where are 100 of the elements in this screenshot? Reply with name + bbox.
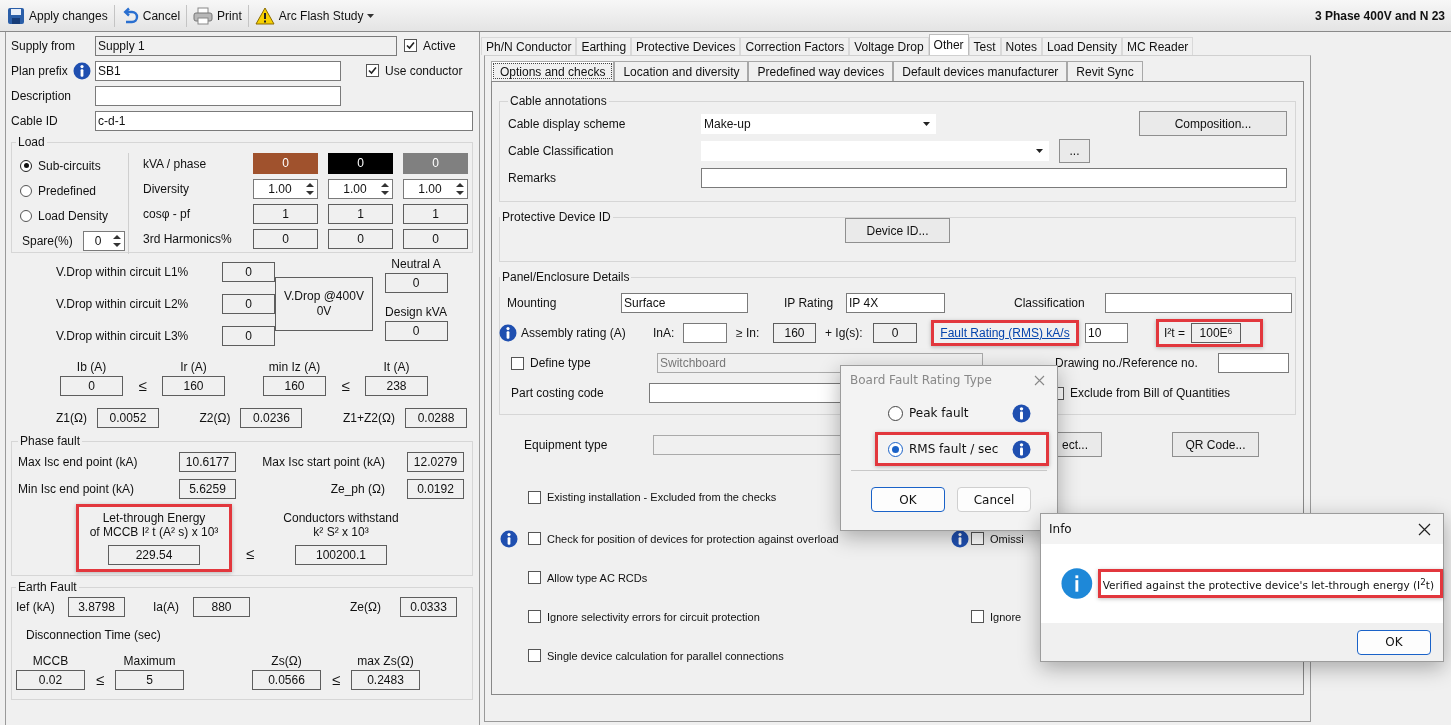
cable-id-field[interactable]: c-d-1 (95, 110, 473, 131)
field-label: max Zs(Ω) (357, 653, 414, 670)
group-title: Protective Device ID (501, 210, 612, 224)
fault-rating-link[interactable]: Fault Rating (RMS) kA/s (940, 326, 1070, 340)
field-label: Ir (A) (180, 359, 207, 376)
mounting-field[interactable]: Surface (621, 293, 748, 313)
tab[interactable]: Earthing (576, 37, 632, 55)
value-field: 238 (365, 376, 428, 396)
option-checkbox[interactable]: Allow type AC RCDs (528, 571, 648, 584)
tab[interactable]: Notes (1000, 37, 1042, 55)
value-field: 0.0566 (252, 670, 321, 690)
value-field: 0.2483 (351, 670, 420, 690)
field-label: Max Isc start point (kA) (261, 454, 386, 469)
field-label: V.Drop within circuit L3% (56, 329, 190, 343)
option-checkbox[interactable]: Omissi (971, 532, 1024, 545)
composition-button[interactable]: Composition... (1139, 111, 1287, 136)
tab[interactable]: Default devices manufacturer (893, 61, 1068, 81)
field-label: V.Drop within circuit L2% (56, 297, 190, 311)
circuit-caption: 3 Phase 400V and N 23 (1314, 8, 1446, 23)
active-checkbox[interactable]: Active (404, 38, 456, 53)
option-checkbox[interactable]: Check for position of devices for protection against overload (528, 532, 839, 545)
value-field: 0 (253, 228, 318, 249)
value-field: 0.0192 (407, 478, 464, 499)
value-field: 160 (162, 376, 225, 396)
radio-option[interactable]: Sub-circuits (20, 153, 128, 178)
browse-button[interactable]: ... (1059, 138, 1090, 163)
field-label: + Ig(s): (824, 326, 864, 340)
ip-rating-field[interactable]: IP 4X (846, 293, 945, 313)
tab[interactable]: Voltage Drop (849, 37, 929, 55)
spin-field[interactable]: 1.00 (253, 178, 318, 199)
value-field: 1 (328, 203, 393, 224)
value-field: 0 (384, 321, 448, 341)
ok-button[interactable]: OK (1357, 629, 1431, 655)
value-field: 100200.1 (295, 545, 387, 565)
phase-value-field: 0 (403, 153, 468, 174)
phase-value-field: 0 (253, 153, 318, 174)
value-field: 3.8798 (68, 597, 125, 617)
field-label: cosφ - pf (143, 206, 192, 221)
toolbar-button[interactable]: Print (190, 4, 245, 27)
field-label: It (A) (383, 359, 410, 376)
value-field: 0 (328, 228, 393, 249)
tab[interactable]: Protective Devices (631, 37, 741, 55)
value-field: 0 (384, 273, 448, 293)
device-id-button[interactable]: Device ID... (845, 218, 950, 243)
radio-option[interactable]: Predefined (20, 178, 128, 203)
group-title: Load (17, 135, 46, 149)
field-label: Max Isc end point (kA) (18, 454, 139, 469)
use-conductor-checkbox[interactable]: Use conductor (366, 63, 463, 78)
supply-field[interactable]: Supply 1 (95, 35, 397, 56)
tab[interactable]: Options and checks (491, 61, 615, 81)
field-label: Z2(Ω) (199, 411, 231, 425)
fault-rating-field[interactable]: 10 (1085, 323, 1128, 343)
tab[interactable]: Predefined way devices (748, 61, 894, 81)
field-label: IP Rating (783, 296, 835, 310)
info-message: Verified against the protective device's let-through energy (I$^{2}$t) (1102, 578, 1434, 591)
voltage-drop-display: V.Drop @400V 0V (275, 277, 373, 331)
field-label: Classification (1013, 296, 1086, 310)
dropdown-field[interactable]: Make-up (701, 113, 936, 134)
tab[interactable]: Load Density (1041, 37, 1122, 55)
spin-field[interactable]: 1.00 (403, 178, 468, 199)
option-checkbox[interactable]: Ignore (971, 610, 1022, 623)
radio-option[interactable]: Load Density (20, 203, 128, 228)
tab[interactable]: Test (968, 37, 1001, 55)
toolbar-button[interactable]: Apply changes (4, 4, 111, 27)
field-label: Ib (A) (76, 359, 107, 376)
field-label: Zs(Ω) (271, 653, 302, 670)
less-equal-sign: ≤ (137, 376, 148, 396)
spin-field[interactable]: 0 (82, 231, 125, 251)
field-label: Ief (kA) (16, 600, 56, 614)
plan-prefix-field[interactable]: SB1 (95, 60, 341, 81)
option-checkbox[interactable]: Single device calculation for parallel connections (528, 649, 784, 662)
field-label: Design kVA (385, 304, 447, 321)
field-label: 3rd Harmonics% (143, 231, 233, 246)
less-equal-sign: ≤ (330, 670, 342, 690)
field-label: Cable display scheme (508, 116, 627, 131)
tab[interactable]: Other (928, 34, 969, 55)
radio-option[interactable]: RMS fault / sec (888, 441, 999, 457)
spin-field[interactable]: 1.00 (328, 178, 393, 199)
field-label: Z1(Ω) (56, 411, 87, 425)
field-label: kVA / phase (143, 156, 208, 171)
option-checkbox[interactable]: Ignore selectivity errors for circuit protection (528, 610, 760, 623)
less-equal-sign: ≤ (340, 376, 351, 396)
option-checkbox[interactable]: Existing installation - Excluded from the checks (528, 490, 777, 504)
radio-option[interactable]: Peak fault (888, 405, 969, 421)
tab[interactable]: MC Reader (1122, 37, 1194, 55)
value-field: 0 (403, 228, 468, 249)
field-label: Cable Classification (508, 143, 615, 158)
toolbar-button[interactable]: Arc Flash Study (251, 4, 378, 27)
define-type-checkbox[interactable]: Define type (511, 356, 657, 370)
tab[interactable]: Location and diversity (614, 61, 749, 81)
field-label: Plan prefix (11, 63, 69, 78)
tab[interactable]: Revit Sync (1067, 61, 1143, 81)
tab[interactable]: Correction Factors (740, 37, 850, 55)
tab[interactable]: Ph/N Conductor (481, 37, 577, 55)
qr-code-button[interactable]: QR Code... (1172, 432, 1259, 457)
value-field: 10.6177 (179, 451, 236, 472)
toolbar-button[interactable]: Cancel (117, 4, 184, 27)
dialog-button[interactable]: OK (871, 487, 945, 512)
dialog-button[interactable]: Cancel (957, 487, 1031, 512)
value-field: 0.0333 (400, 597, 457, 617)
